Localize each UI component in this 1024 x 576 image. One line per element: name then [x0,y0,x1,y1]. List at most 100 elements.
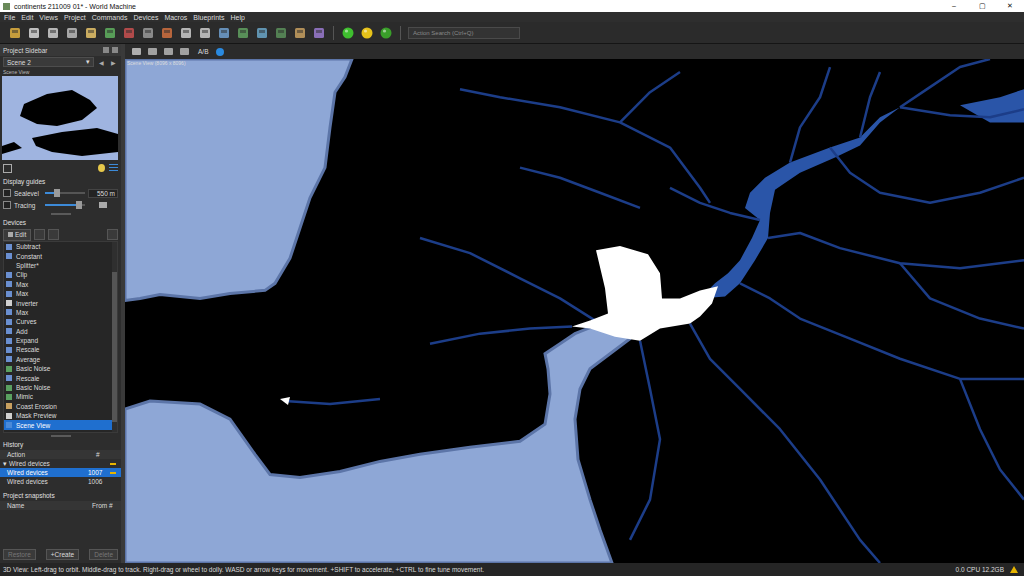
column-header[interactable]: Name [3,502,92,509]
device-item[interactable]: Mimic [4,392,112,401]
eye-icon[interactable] [179,46,190,57]
world-icon-svg [255,26,269,40]
device-item[interactable]: Expand [4,336,112,345]
device-item[interactable]: Scene View [4,420,112,429]
list-icon[interactable] [109,164,118,172]
world-icon[interactable] [255,26,269,40]
menu-item[interactable]: Edit [21,14,33,21]
open-icon[interactable] [27,26,41,40]
snapshot-button[interactable]: +Create [46,549,79,560]
history-row[interactable]: Wired devices1006 [0,477,121,486]
menu-item[interactable]: Views [39,14,58,21]
next-scene-button[interactable]: ▶ [108,59,118,66]
action-search-field[interactable]: Action Search (Ctrl+Q) [408,27,520,39]
ruler-icon[interactable] [293,26,307,40]
device-item[interactable]: Max [4,289,112,298]
device-item[interactable]: Basic Noise [4,383,112,392]
device-item[interactable]: Basic Noise [4,364,112,373]
window-control-button[interactable]: ▢ [968,0,996,12]
trace-icon[interactable] [99,202,107,208]
more-button[interactable] [48,229,59,240]
history-row[interactable]: ▾Wired devices [0,459,121,468]
device-item[interactable]: Rescale [4,373,112,382]
panel-resize-handle[interactable] [0,433,121,439]
menu-item[interactable]: Help [230,14,244,21]
menu-item[interactable]: Devices [133,14,158,21]
bulb-icon[interactable] [98,164,105,172]
snapshot-button[interactable]: Delete [89,549,118,560]
column-header[interactable]: # [96,451,118,458]
close-icon[interactable] [112,47,118,53]
guide-checkbox[interactable] [3,201,11,209]
device-item[interactable]: Add [4,327,112,336]
device-item[interactable]: Coast Erosion [4,402,112,411]
device-list-scrollbar[interactable] [112,242,117,432]
column-header[interactable]: Action [3,451,96,458]
device-item[interactable]: Max [4,280,112,289]
grid-icon[interactable] [198,26,212,40]
lock-button[interactable] [107,229,118,240]
window-control-button[interactable]: ✕ [996,0,1024,12]
device-item[interactable]: Inverter [4,298,112,307]
layout-icon[interactable] [141,26,155,40]
column-header[interactable]: From # [92,502,118,509]
image-icon[interactable] [274,26,288,40]
new-project-icon[interactable] [8,26,22,40]
devices-toolbar: Edit [0,228,121,241]
sort-button[interactable] [34,229,45,240]
scene-dropdown[interactable]: Scene 2▾ [3,57,94,67]
device-item[interactable]: Clip [4,270,112,279]
expand-arrow[interactable]: ▾ [3,460,7,467]
grid-view-icon[interactable] [163,46,174,57]
ab-compare-button[interactable]: A/B [195,48,211,55]
build-yellow-icon[interactable] [360,26,374,40]
build-full-icon[interactable] [379,26,393,40]
device-item[interactable]: Mask Preview [4,411,112,420]
device-item[interactable]: Average [4,355,112,364]
layers-icon[interactable] [147,46,158,57]
menu-item[interactable]: File [4,14,15,21]
snapshot-button[interactable]: Restore [3,549,36,560]
menu-item[interactable]: Macros [164,14,187,21]
device-item[interactable]: Splitter* [4,261,112,270]
guide-slider[interactable] [45,192,85,194]
menu-item[interactable]: Commands [92,14,128,21]
history-row[interactable]: Wired devices1007 [0,468,121,477]
slider-thumb[interactable] [54,189,60,197]
export-icon[interactable] [122,26,136,40]
device-item[interactable]: Subtract [4,242,112,251]
menu-item[interactable]: Blueprints [193,14,224,21]
wand-icon[interactable] [84,26,98,40]
device-name: Max [16,281,28,288]
render-icon[interactable] [236,26,250,40]
undock-icon[interactable] [103,47,109,53]
tile-icon[interactable] [217,26,231,40]
panel-icon[interactable] [179,26,193,40]
scene-viewport[interactable]: Scene View (8096 x 8096) [125,59,1024,563]
device-item[interactable]: Max [4,308,112,317]
slider-thumb[interactable] [76,201,82,209]
guide-reading[interactable]: 550 m [88,189,118,198]
build-icon[interactable] [160,26,174,40]
help-icon[interactable] [46,26,60,40]
scrollbar-thumb[interactable] [112,272,117,422]
frame-icon[interactable] [3,164,12,173]
scene-preview[interactable] [2,76,119,160]
previous-scene-button[interactable]: ◀ [96,59,106,66]
warning-icon[interactable] [1010,566,1018,573]
sync-icon[interactable] [216,48,224,56]
panel-resize-handle[interactable] [0,211,121,217]
window-control-button[interactable]: – [940,0,968,12]
guide-checkbox[interactable] [3,189,11,197]
build-green-icon[interactable] [341,26,355,40]
guide-slider[interactable] [45,204,85,206]
device-item[interactable]: Constant [4,251,112,260]
graph-icon[interactable] [103,26,117,40]
device-item[interactable]: Rescale [4,345,112,354]
device-item[interactable]: Curves [4,317,112,326]
menu-item[interactable]: Project [64,14,86,21]
cube-icon[interactable] [312,26,326,40]
camera-icon[interactable] [131,46,142,57]
save-icon[interactable] [65,26,79,40]
edit-button[interactable]: Edit [3,229,31,241]
